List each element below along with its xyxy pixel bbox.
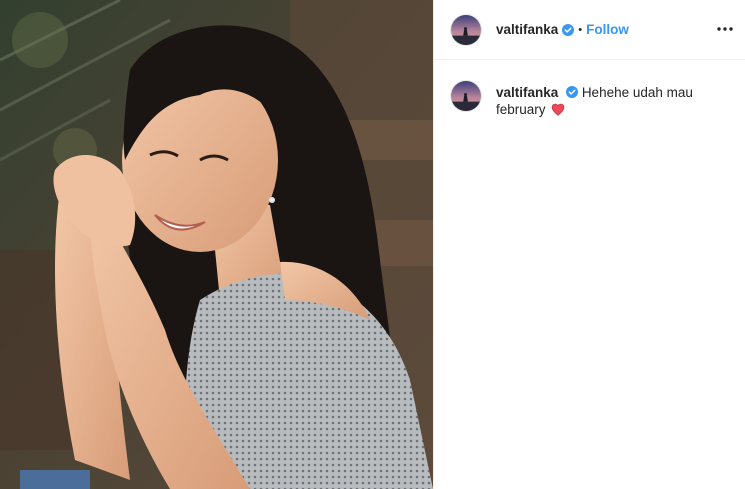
header-separator: • bbox=[578, 23, 583, 36]
caption-username[interactable]: valtifanka bbox=[496, 85, 558, 100]
caption-body: valtifanka Hehehe udah mau february bbox=[496, 84, 735, 118]
more-horizontal-icon bbox=[717, 27, 733, 31]
avatar[interactable] bbox=[450, 13, 482, 46]
avatar-image bbox=[451, 14, 481, 45]
verified-badge-icon bbox=[562, 23, 575, 36]
post-photo[interactable] bbox=[0, 0, 433, 489]
caption-avatar[interactable] bbox=[450, 80, 482, 112]
avatar-image bbox=[451, 81, 481, 111]
post-header: valtifanka • Follow bbox=[434, 0, 745, 60]
post-side-panel: valtifanka • Follow valtifanka Hehehe ud… bbox=[433, 0, 745, 489]
post-photo-illustration bbox=[0, 0, 433, 489]
verified-badge-icon bbox=[566, 86, 579, 98]
more-options-icon[interactable] bbox=[714, 18, 736, 40]
header-username[interactable]: valtifanka bbox=[496, 22, 558, 37]
heart-icon bbox=[551, 103, 565, 116]
follow-button[interactable]: Follow bbox=[586, 22, 629, 37]
caption-comment: valtifanka Hehehe udah mau february bbox=[450, 80, 735, 118]
instagram-post: valtifanka • Follow valtifanka Hehehe ud… bbox=[0, 0, 745, 489]
